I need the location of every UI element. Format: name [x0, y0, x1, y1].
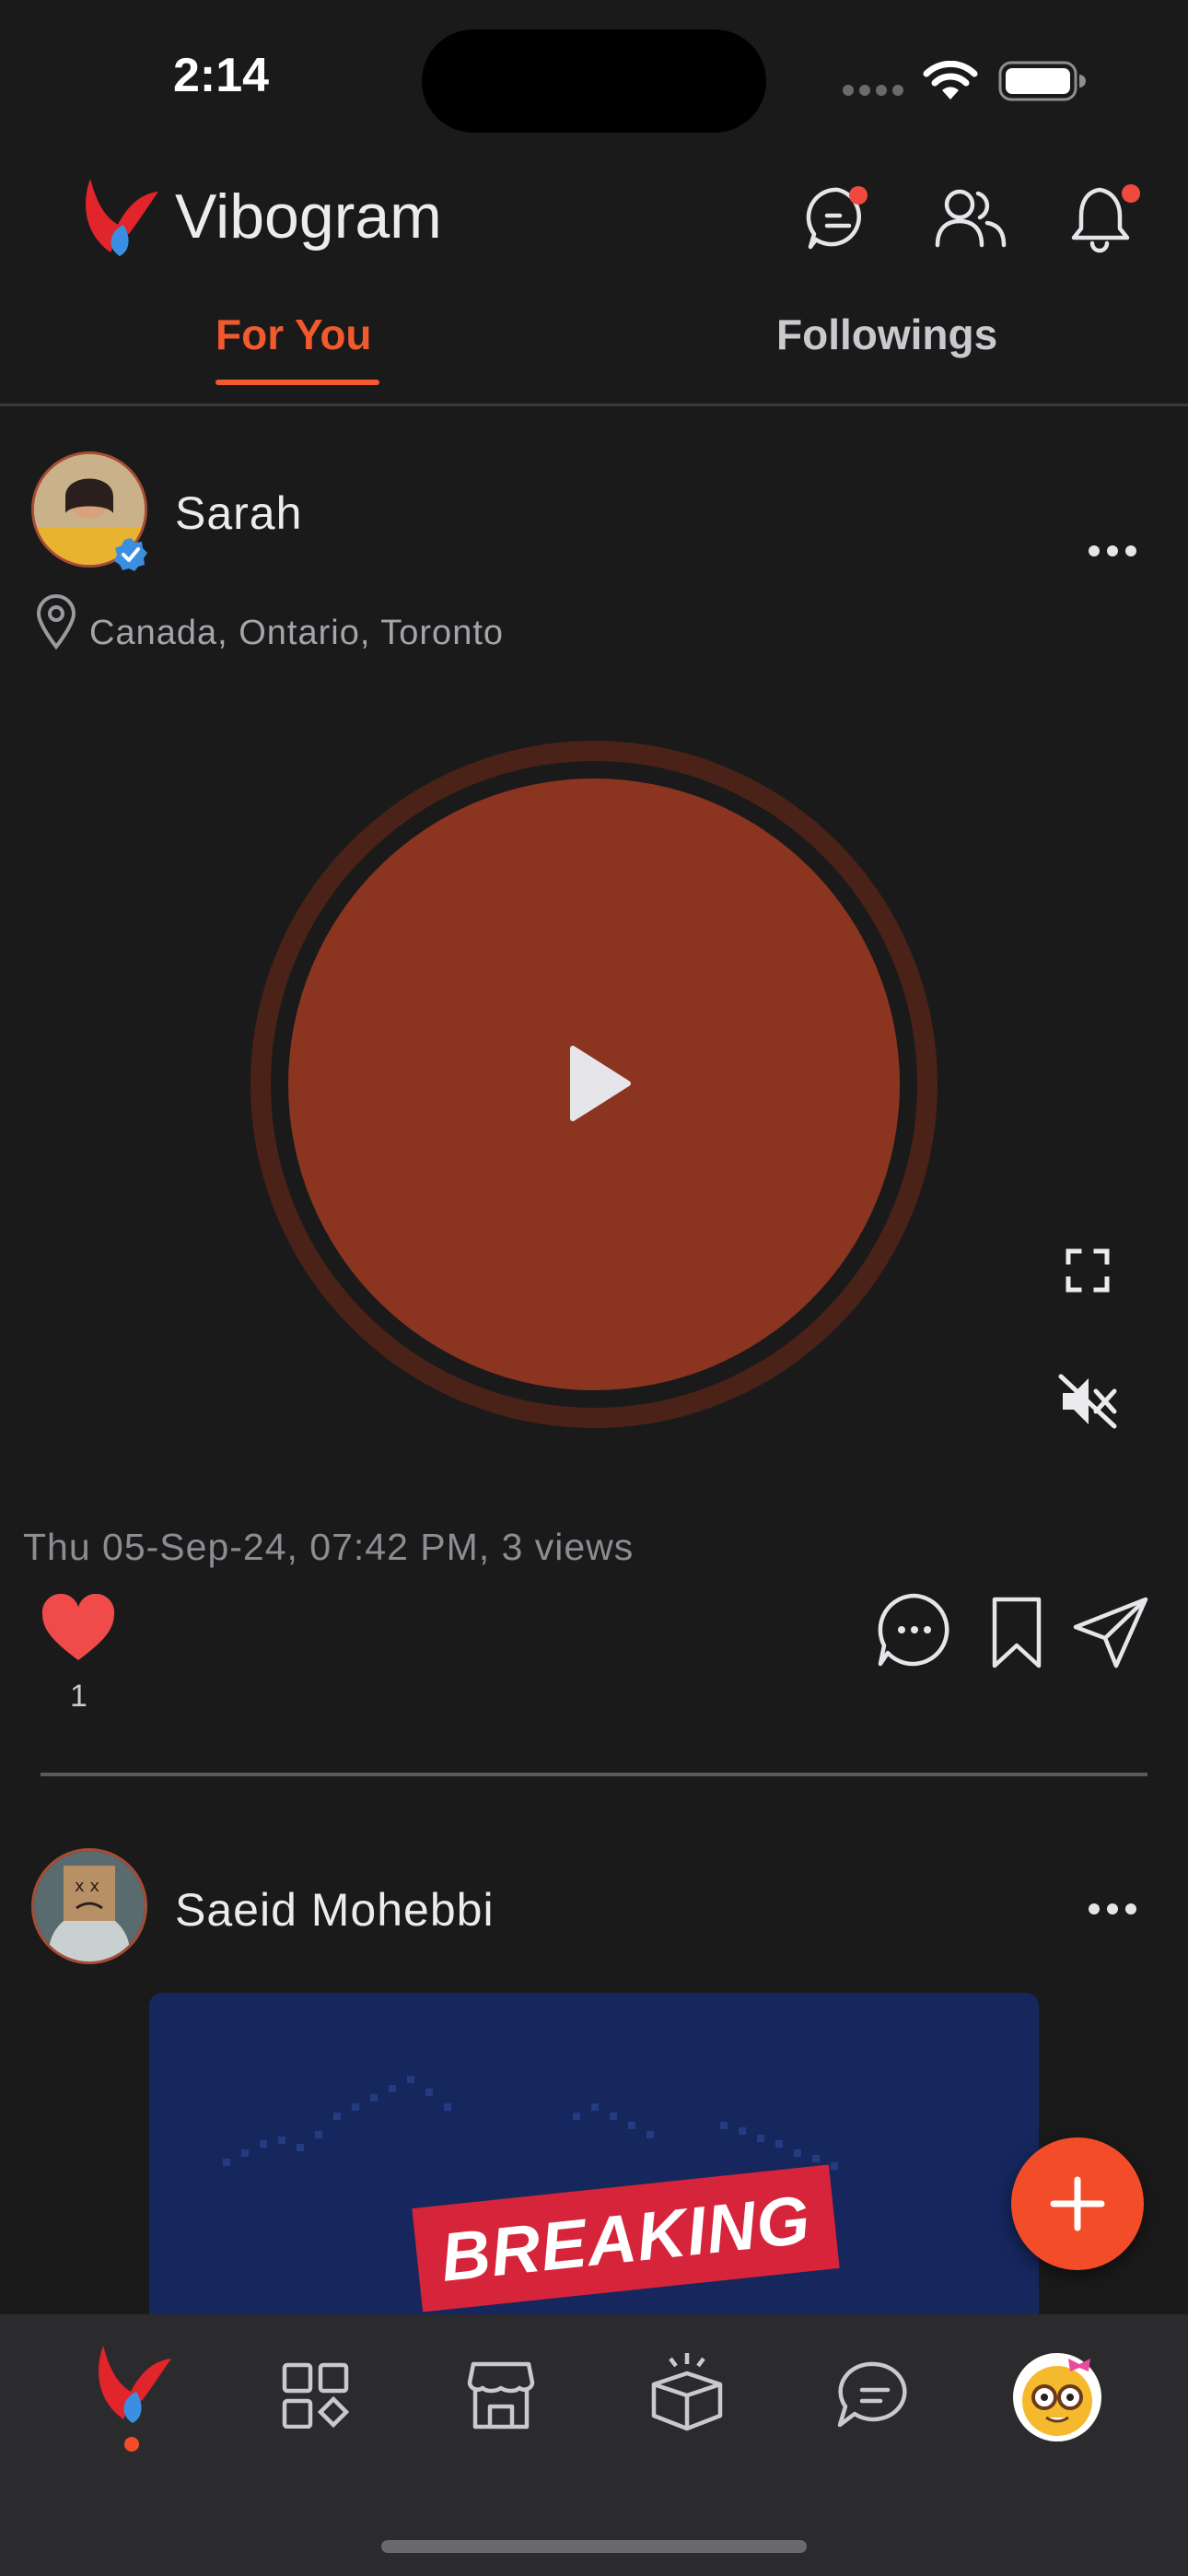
fullscreen-icon[interactable] [1065, 1247, 1111, 1294]
store-icon[interactable] [466, 2360, 536, 2430]
mute-icon[interactable] [1057, 1373, 1118, 1430]
cellular-signal-icon [842, 83, 906, 98]
bookmark-icon[interactable] [989, 1596, 1044, 1669]
comment-icon[interactable] [877, 1592, 952, 1668]
header-divider [0, 404, 1188, 406]
more-options-icon[interactable] [1087, 544, 1138, 558]
create-post-button[interactable] [1011, 2137, 1144, 2270]
wifi-icon [923, 61, 978, 101]
post-username[interactable]: Sarah [175, 486, 302, 540]
post-username[interactable]: Saeid Mohebbi [175, 1883, 495, 1937]
verified-badge-icon [112, 536, 149, 573]
app-title: Vibogram [175, 181, 442, 252]
active-nav-dot [123, 2436, 140, 2453]
more-options-icon[interactable] [1087, 1902, 1138, 1916]
chat-icon[interactable] [803, 182, 873, 252]
post-meta: Thu 05-Sep-24, 07:42 PM, 3 views [23, 1526, 635, 1568]
messages-icon[interactable] [834, 2359, 912, 2432]
bottom-navigation-bar [0, 2314, 1188, 2576]
apps-icon[interactable] [282, 2362, 350, 2429]
svg-text:x x: x x [75, 1877, 99, 1896]
post-image[interactable]: BREAKING [149, 1993, 1039, 2314]
active-tab-indicator [215, 380, 379, 385]
tab-followings[interactable]: Followings [776, 310, 997, 359]
status-time: 2:14 [173, 49, 270, 102]
profile-emoji-avatar[interactable] [1011, 2351, 1103, 2443]
avatar[interactable]: x x [31, 1848, 147, 1964]
bell-icon[interactable] [1068, 181, 1142, 256]
post-location: Canada, Ontario, Toronto [89, 614, 505, 652]
location-pin-icon [35, 593, 77, 650]
post-divider [41, 1773, 1147, 1776]
tab-for-you[interactable]: For You [215, 310, 372, 359]
like-heart-icon[interactable] [41, 1594, 116, 1662]
like-count: 1 [70, 1679, 87, 1714]
friends-icon[interactable] [932, 184, 1009, 251]
home-logo-icon[interactable] [90, 2340, 175, 2425]
battery-icon [998, 61, 1087, 101]
home-indicator [381, 2540, 807, 2553]
play-icon[interactable] [565, 1043, 634, 1124]
vibogram-logo-icon [77, 173, 160, 258]
share-send-icon[interactable] [1072, 1596, 1149, 1669]
dynamic-island [422, 29, 766, 133]
gift-box-icon[interactable] [648, 2349, 726, 2432]
